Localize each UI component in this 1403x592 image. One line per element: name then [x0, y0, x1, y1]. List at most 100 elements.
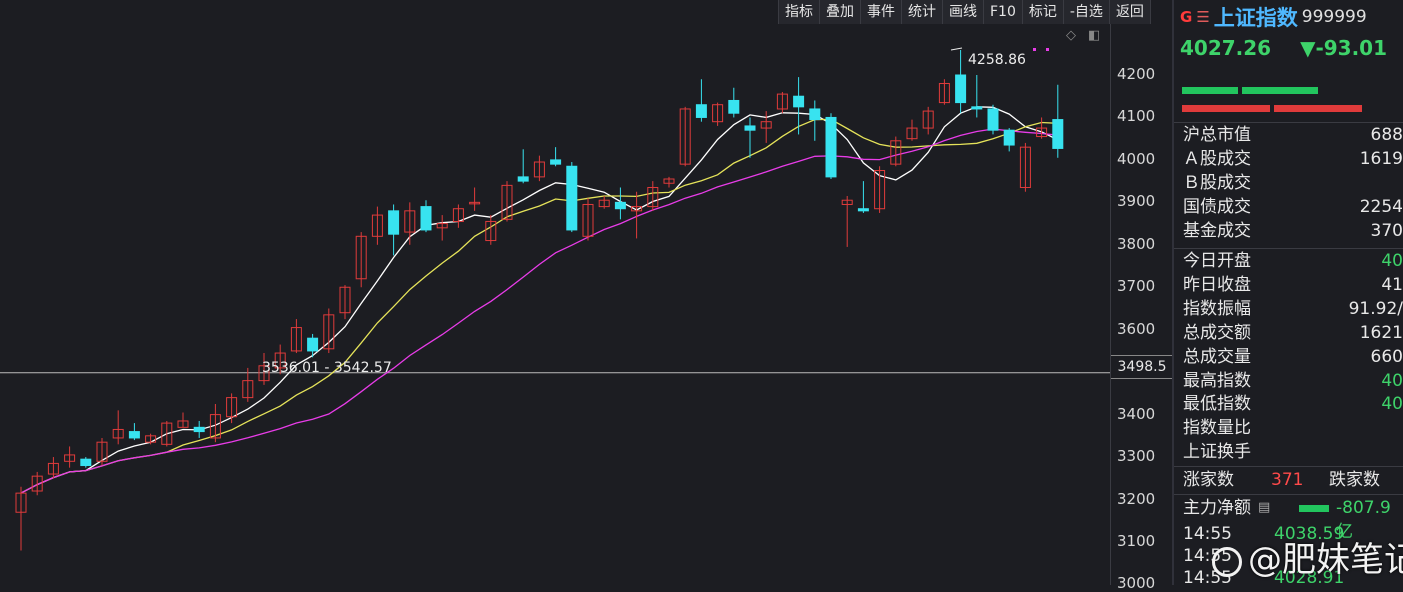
stat-label: 最高指数: [1183, 370, 1251, 391]
y-tick-label: 3000: [1117, 574, 1156, 592]
candle-body: [825, 116, 837, 178]
stat-value: 40: [1381, 370, 1403, 391]
stat-label: 最低指数: [1183, 394, 1251, 415]
toolbar-button[interactable]: 统计: [902, 0, 943, 24]
candle-body: [550, 159, 562, 165]
down-count-label: 跌家数: [1329, 470, 1380, 490]
stat-row: 总成交量 660: [1174, 345, 1403, 369]
candle-body: [793, 95, 805, 108]
candle-body: [420, 206, 432, 231]
toolbar-button[interactable]: -自选: [1064, 0, 1110, 24]
candlestick-chart[interactable]: ◇ ◧ 4258.86 3536.01 - 3542.57: [0, 24, 1110, 585]
g-icon[interactable]: G: [1180, 8, 1192, 26]
breadth-bar-green-2: [1242, 87, 1318, 94]
chart-canvas[interactable]: [0, 24, 1110, 585]
stat-label: 总成交额: [1183, 322, 1251, 343]
price-change: ▼-93.01: [1300, 36, 1388, 60]
stat-label: 昨日收盘: [1183, 274, 1251, 295]
candle-body: [517, 176, 529, 182]
stat-label: 上证换手: [1183, 442, 1251, 463]
stat-value: 660: [1370, 346, 1403, 367]
candle-body: [128, 431, 140, 439]
doc-icon[interactable]: ▤: [1258, 500, 1270, 515]
y-tick-label: 3200: [1117, 489, 1156, 508]
main-flow-row: 主力净额 ▤ -807.9亿: [1174, 496, 1403, 542]
stat-row: 今日开盘 40: [1174, 249, 1403, 273]
candle-body: [614, 201, 626, 210]
stat-row: 昨日收盘 41: [1174, 273, 1403, 297]
stat-value: 2254: [1359, 197, 1403, 217]
range-annotation-label: 3536.01 - 3542.57: [262, 360, 392, 376]
divider-mid-2: [1174, 466, 1403, 467]
candle-body: [80, 458, 92, 467]
toolbar-button[interactable]: 画线: [943, 0, 984, 24]
stat-label: 指数量比: [1183, 418, 1251, 439]
panel-toggle-icon[interactable]: ◧: [1088, 28, 1100, 43]
stat-row: 指数振幅 91.92/: [1174, 297, 1403, 321]
candle-body: [809, 108, 821, 121]
y-tick-label: 3400: [1117, 404, 1156, 423]
candle-body: [987, 108, 999, 131]
candle-body: [566, 165, 578, 231]
stat-label: 今日开盘: [1183, 251, 1251, 271]
stat-value: 1619: [1359, 149, 1403, 169]
toolbar-button[interactable]: F10: [984, 0, 1023, 24]
stat-value: 688: [1370, 125, 1403, 145]
stat-row: 国债成交 2254: [1174, 195, 1403, 219]
stat-row: 总成交额 1621: [1174, 321, 1403, 345]
diamond-icon[interactable]: ◇: [1066, 28, 1076, 43]
y-tick-label: 3800: [1117, 234, 1156, 253]
candle-body: [728, 99, 740, 114]
y-tick-label: 4000: [1117, 149, 1156, 168]
toolbar-button[interactable]: 叠加: [820, 0, 861, 24]
toolbar-button[interactable]: 指标: [778, 0, 820, 24]
candle-body: [971, 106, 983, 110]
y-tick-label: 3600: [1117, 319, 1156, 338]
index-title[interactable]: 上证指数: [1214, 2, 1298, 32]
main-flow-label: 主力净额: [1183, 498, 1251, 518]
candle-body: [857, 208, 869, 212]
y-tick-label: 3700: [1117, 277, 1156, 296]
candle-body: [955, 74, 967, 104]
current-line-value: 3498.5: [1111, 355, 1173, 379]
stat-row: 沪总市值 688: [1174, 123, 1403, 147]
stat-value: 1621: [1359, 322, 1403, 343]
main-flow-bar: [1299, 505, 1329, 512]
stat-label: 总成交量: [1183, 346, 1251, 367]
y-tick-label: 4100: [1117, 107, 1156, 126]
stat-label: 沪总市值: [1183, 125, 1251, 145]
breadth-bar-green-1: [1182, 87, 1238, 94]
stat-row: 最高指数 40: [1174, 369, 1403, 393]
y-tick-label: 3100: [1117, 531, 1156, 550]
last-price: 4027.26: [1180, 36, 1272, 60]
y-tick-label: 3300: [1117, 447, 1156, 466]
stat-label: Ａ股成交: [1183, 149, 1251, 169]
watermark-text: @肥妹笔记: [1248, 540, 1403, 580]
stat-label: Ｂ股成交: [1183, 173, 1251, 193]
menu-icon[interactable]: ☰: [1196, 8, 1209, 26]
toolbar-button[interactable]: 标记: [1023, 0, 1064, 24]
candle-body: [1003, 129, 1015, 146]
stat-row: 上证换手: [1174, 440, 1403, 464]
stat-row: 指数量比: [1174, 416, 1403, 440]
index-code: 999999: [1301, 7, 1367, 27]
stat-row: 基金成交 370: [1174, 219, 1403, 243]
divider-mid-1: [1174, 248, 1403, 249]
stat-label: 指数振幅: [1183, 298, 1251, 319]
chart-toolbar: 指标 叠加 事件 统计 画线 F10 标记 -自选 返回: [778, 0, 1151, 24]
high-point-label: 4258.86: [968, 52, 1026, 68]
stat-value: 40: [1381, 251, 1403, 271]
up-count-value: 371: [1271, 470, 1304, 490]
y-tick-label: 4200: [1117, 65, 1156, 83]
stat-row: 最低指数 40: [1174, 392, 1403, 416]
stat-label: 国债成交: [1183, 197, 1251, 217]
toolbar-button[interactable]: 事件: [861, 0, 902, 24]
ma20-line: [20, 128, 1058, 494]
candle-body: [193, 426, 205, 433]
toolbar-button[interactable]: 返回: [1110, 0, 1151, 24]
candle-body: [744, 125, 756, 131]
high-pointer-line: [950, 47, 963, 51]
candle-body: [307, 337, 319, 352]
up-count-label: 涨家数: [1183, 470, 1234, 490]
price-axis: 4200410040003900380037003600350034003300…: [1110, 24, 1173, 592]
